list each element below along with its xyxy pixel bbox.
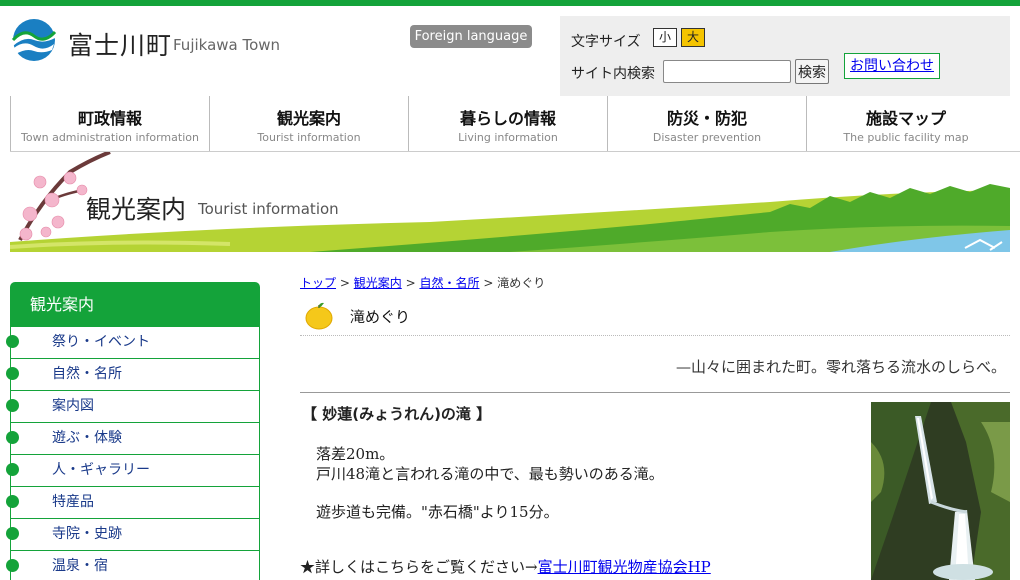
nav-label: 観光案内 xyxy=(276,109,341,128)
bullet-icon xyxy=(6,335,19,348)
divider xyxy=(300,392,1010,393)
banner-title-en: Tourist information xyxy=(198,200,339,218)
site-title-en: Fujikawa Town xyxy=(173,36,281,54)
breadcrumb-link-top[interactable]: トップ xyxy=(300,276,336,290)
bullet-icon xyxy=(6,367,19,380)
sidebar-item-label: 遊ぶ・体験 xyxy=(52,430,122,446)
foreign-language-button[interactable]: Foreign language xyxy=(410,25,532,48)
banner-title: 観光案内 xyxy=(86,195,187,224)
site-search-label: サイト内検索 xyxy=(571,66,655,82)
bullet-icon xyxy=(6,399,19,412)
nav-sublabel: The public facility map xyxy=(843,131,969,144)
sidebar-item-label: 人・ギャラリー xyxy=(52,462,150,478)
citrus-icon xyxy=(305,302,333,330)
sidebar-item-gallery[interactable]: 人・ギャラリー xyxy=(6,455,260,487)
trail-info: 遊歩道も完備。"赤石橋"より15分。 xyxy=(316,503,559,521)
bullet-icon xyxy=(6,527,19,540)
nav-sublabel: Town administration information xyxy=(21,131,199,144)
search-button[interactable]: 検索 xyxy=(795,59,829,84)
bullet-icon xyxy=(6,463,19,476)
sidebar-item-activities[interactable]: 遊ぶ・体験 xyxy=(6,423,260,455)
waterfall-photo xyxy=(871,402,1010,580)
nav-item-disaster[interactable]: 防災・防犯 Disaster prevention xyxy=(607,96,806,151)
nav-sublabel: Disaster prevention xyxy=(652,131,762,144)
breadcrumb-link-tourist[interactable]: 観光案内 xyxy=(354,276,402,290)
font-size-label: 文字サイズ xyxy=(571,34,641,50)
waterfall-description: 戸川48滝と言われる滝の中で、最も勢いのある滝。 xyxy=(316,465,664,483)
font-size-large-button[interactable]: 大 xyxy=(681,28,705,47)
sidebar-item-festivals[interactable]: 祭り・イベント xyxy=(6,327,260,359)
nav-sublabel: Living information xyxy=(458,131,558,144)
nav-label: 町政情報 xyxy=(77,109,142,128)
sidebar-item-label: 自然・名所 xyxy=(52,366,122,382)
bullet-icon xyxy=(6,495,19,508)
sidebar-menu: 祭り・イベント 自然・名所 案内図 遊ぶ・体験 人・ギャラリー 特産品 寺院・史… xyxy=(6,327,260,580)
bullet-icon xyxy=(6,431,19,444)
nav-item-facility-map[interactable]: 施設マップ The public facility map xyxy=(806,96,1005,151)
sidebar-item-label: 特産品 xyxy=(52,494,94,510)
waterfall-name: 【 妙蓮(みょうれん)の滝 】 xyxy=(302,405,492,423)
page-heading: 滝めぐり xyxy=(300,298,1010,336)
breadcrumb-separator: > xyxy=(405,276,416,290)
utility-panel: 文字サイズ 小 大 サイト内検索 検索 お問い合わせ xyxy=(560,16,1010,96)
nav-sublabel: Tourist information xyxy=(257,131,361,144)
top-accent-bar xyxy=(0,0,1020,6)
nav-item-living[interactable]: 暮らしの情報 Living information xyxy=(408,96,607,151)
sidebar-item-onsen[interactable]: 温泉・宿 xyxy=(6,551,260,580)
contact-link[interactable]: お問い合わせ xyxy=(844,53,940,79)
sidebar-item-specialties[interactable]: 特産品 xyxy=(6,487,260,519)
breadcrumb-link-nature[interactable]: 自然・名所 xyxy=(419,276,479,290)
sidebar-item-label: 祭り・イベント xyxy=(52,334,150,350)
more-info-line: ★詳しくはこちらをご覧ください→富士川町観光物産協会HP xyxy=(300,556,711,577)
sidebar-item-temples[interactable]: 寺院・史跡 xyxy=(6,519,260,551)
nav-label: 施設マップ xyxy=(865,109,946,128)
more-info-prefix: ★詳しくはこちらをご覧ください→ xyxy=(300,558,538,576)
font-size-small-button[interactable]: 小 xyxy=(653,28,677,47)
breadcrumb-current: 滝めぐり xyxy=(497,276,546,290)
bullet-icon xyxy=(6,559,19,572)
search-input[interactable] xyxy=(663,60,791,83)
site-title[interactable]: 富士川町 xyxy=(68,26,172,62)
town-logo-icon[interactable] xyxy=(10,18,58,62)
page-title: 滝めぐり xyxy=(350,308,411,326)
nav-item-tourist[interactable]: 観光案内 Tourist information xyxy=(209,96,408,151)
nav-label: 暮らしの情報 xyxy=(459,109,556,128)
sidebar-item-label: 寺院・史跡 xyxy=(52,526,122,542)
nav-label: 防災・防犯 xyxy=(666,109,747,128)
tourism-association-link[interactable]: 富士川町観光物産協会HP xyxy=(538,558,711,576)
breadcrumb-separator: > xyxy=(339,276,350,290)
nav-item-town-admin[interactable]: 町政情報 Town administration information xyxy=(10,96,209,151)
drop-height-text: 落差20m。 xyxy=(316,445,395,463)
global-nav: 町政情報 Town administration information 観光案… xyxy=(10,96,1020,152)
section-banner: 観光案内 Tourist information xyxy=(10,152,1010,252)
page-tagline: —山々に囲まれた町。零れ落ちる流水のしらべ。 xyxy=(676,358,1007,376)
sidebar-item-label: 温泉・宿 xyxy=(52,558,108,574)
sidebar-item-nature[interactable]: 自然・名所 xyxy=(6,359,260,391)
sidebar-item-label: 案内図 xyxy=(52,398,94,414)
sidebar-item-guide-map[interactable]: 案内図 xyxy=(6,391,260,423)
sidebar-heading[interactable]: 観光案内 xyxy=(10,282,260,327)
breadcrumb: トップ > 観光案内 > 自然・名所 > 滝めぐり xyxy=(300,274,545,291)
breadcrumb-separator: > xyxy=(483,276,494,290)
